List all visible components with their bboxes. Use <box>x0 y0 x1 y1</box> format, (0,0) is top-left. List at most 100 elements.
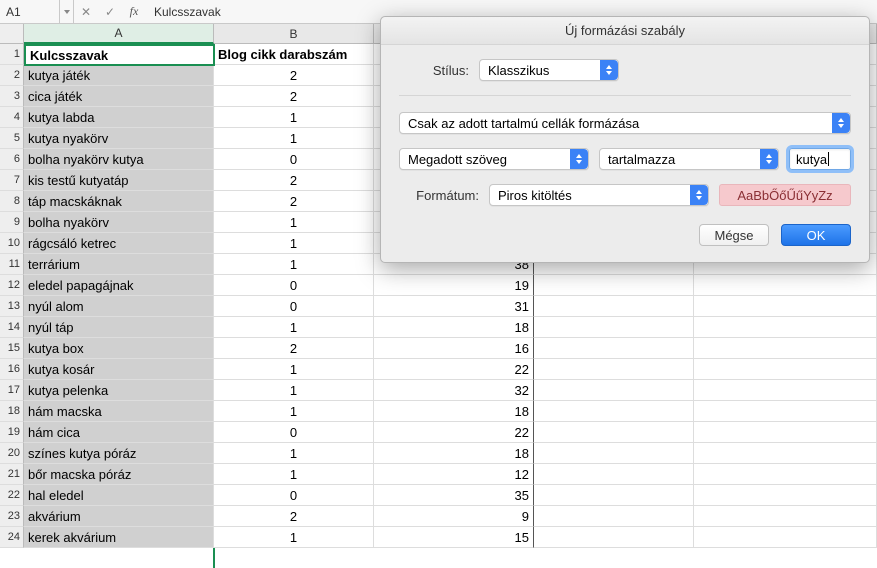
cell[interactable] <box>534 296 694 317</box>
row-header[interactable]: 19 <box>0 422 24 443</box>
row-header[interactable]: 8 <box>0 191 24 212</box>
cell[interactable]: 2 <box>214 506 374 527</box>
fx-icon[interactable]: fx <box>122 0 146 23</box>
cell[interactable]: 2 <box>214 65 374 86</box>
cell[interactable] <box>694 464 877 485</box>
cell-A1[interactable] <box>24 44 214 65</box>
row-header[interactable]: 1 <box>0 44 24 65</box>
cell[interactable] <box>534 443 694 464</box>
cell[interactable]: 31 <box>374 296 534 317</box>
row-header[interactable]: 2 <box>0 65 24 86</box>
cancel-button[interactable]: Mégse <box>699 224 769 246</box>
cell[interactable]: 2 <box>214 191 374 212</box>
row-header[interactable]: 12 <box>0 275 24 296</box>
cell[interactable]: 18 <box>374 317 534 338</box>
cell[interactable]: 1 <box>214 317 374 338</box>
cell[interactable]: 12 <box>374 464 534 485</box>
cell[interactable] <box>694 527 877 548</box>
cell[interactable] <box>534 485 694 506</box>
cell[interactable]: 19 <box>374 275 534 296</box>
cell[interactable]: 0 <box>214 422 374 443</box>
row-header[interactable]: 18 <box>0 401 24 422</box>
cell[interactable] <box>694 317 877 338</box>
cell[interactable]: 0 <box>214 485 374 506</box>
cell[interactable]: 15 <box>374 527 534 548</box>
row-header[interactable]: 21 <box>0 464 24 485</box>
cell[interactable]: hal eledel <box>24 485 214 506</box>
cell[interactable]: 18 <box>374 443 534 464</box>
cell[interactable] <box>694 338 877 359</box>
row-header[interactable]: 23 <box>0 506 24 527</box>
cell[interactable]: bolha nyakörv kutya <box>24 149 214 170</box>
cell[interactable]: 22 <box>374 359 534 380</box>
cell[interactable] <box>534 338 694 359</box>
cell[interactable] <box>694 401 877 422</box>
cell[interactable] <box>694 380 877 401</box>
cell[interactable]: 1 <box>214 212 374 233</box>
row-header[interactable]: 17 <box>0 380 24 401</box>
cell[interactable]: 0 <box>214 296 374 317</box>
cell[interactable]: 9 <box>374 506 534 527</box>
cell[interactable]: nyúl táp <box>24 317 214 338</box>
cell[interactable]: bolha nyakörv <box>24 212 214 233</box>
cell[interactable]: 2 <box>214 86 374 107</box>
cell[interactable]: kutya játék <box>24 65 214 86</box>
name-box[interactable]: A1 <box>0 0 60 23</box>
cell[interactable]: színes kutya póráz <box>24 443 214 464</box>
cell[interactable]: 1 <box>214 254 374 275</box>
ok-button[interactable]: OK <box>781 224 851 246</box>
cancel-icon[interactable]: ✕ <box>74 0 98 23</box>
cell-B1[interactable]: Blog cikk darabszám <box>214 44 374 65</box>
cell[interactable]: nyúl alom <box>24 296 214 317</box>
cell[interactable] <box>534 422 694 443</box>
column-header-B[interactable]: B <box>214 24 374 44</box>
cell[interactable] <box>534 359 694 380</box>
cell[interactable]: 0 <box>214 149 374 170</box>
cell[interactable] <box>694 275 877 296</box>
cell[interactable]: kutya labda <box>24 107 214 128</box>
format-select[interactable]: Piros kitöltés <box>489 184 709 206</box>
row-header[interactable]: 10 <box>0 233 24 254</box>
row-header[interactable]: 6 <box>0 149 24 170</box>
cell[interactable]: 35 <box>374 485 534 506</box>
style-select[interactable]: Klasszikus <box>479 59 619 81</box>
row-header[interactable]: 11 <box>0 254 24 275</box>
column-header-A[interactable]: A <box>24 24 214 44</box>
cell[interactable]: kutya pelenka <box>24 380 214 401</box>
cell[interactable]: 1 <box>214 464 374 485</box>
cell[interactable]: akvárium <box>24 506 214 527</box>
cell[interactable]: kutya kosár <box>24 359 214 380</box>
cell[interactable] <box>534 464 694 485</box>
condition-left-select[interactable]: Megadott szöveg <box>399 148 589 170</box>
cell[interactable]: eledel papagájnak <box>24 275 214 296</box>
cell[interactable] <box>694 359 877 380</box>
cell[interactable] <box>534 401 694 422</box>
cell[interactable]: 1 <box>214 107 374 128</box>
cell[interactable] <box>534 275 694 296</box>
name-box-dropdown-icon[interactable] <box>60 0 74 23</box>
cell[interactable]: 2 <box>214 338 374 359</box>
cell[interactable] <box>694 506 877 527</box>
condition-value-input[interactable]: kutya <box>789 148 851 170</box>
row-header[interactable]: 13 <box>0 296 24 317</box>
cell[interactable]: kerek akvárium <box>24 527 214 548</box>
row-header[interactable]: 24 <box>0 527 24 548</box>
cell[interactable]: hám macska <box>24 401 214 422</box>
cell[interactable]: 0 <box>214 275 374 296</box>
cell[interactable]: bőr macska póráz <box>24 464 214 485</box>
cell[interactable]: 1 <box>214 380 374 401</box>
cell[interactable]: kis testű kutyatáp <box>24 170 214 191</box>
cell[interactable] <box>694 485 877 506</box>
cell[interactable]: terrárium <box>24 254 214 275</box>
row-header[interactable]: 15 <box>0 338 24 359</box>
condition-op-select[interactable]: tartalmazza <box>599 148 779 170</box>
cell[interactable]: hám cica <box>24 422 214 443</box>
cell[interactable] <box>534 527 694 548</box>
cell[interactable]: 1 <box>214 359 374 380</box>
cell[interactable]: rágcsáló ketrec <box>24 233 214 254</box>
cell[interactable]: táp macskáknak <box>24 191 214 212</box>
row-header[interactable]: 5 <box>0 128 24 149</box>
cell[interactable] <box>534 317 694 338</box>
cell[interactable]: 1 <box>214 233 374 254</box>
cell[interactable]: 1 <box>214 401 374 422</box>
